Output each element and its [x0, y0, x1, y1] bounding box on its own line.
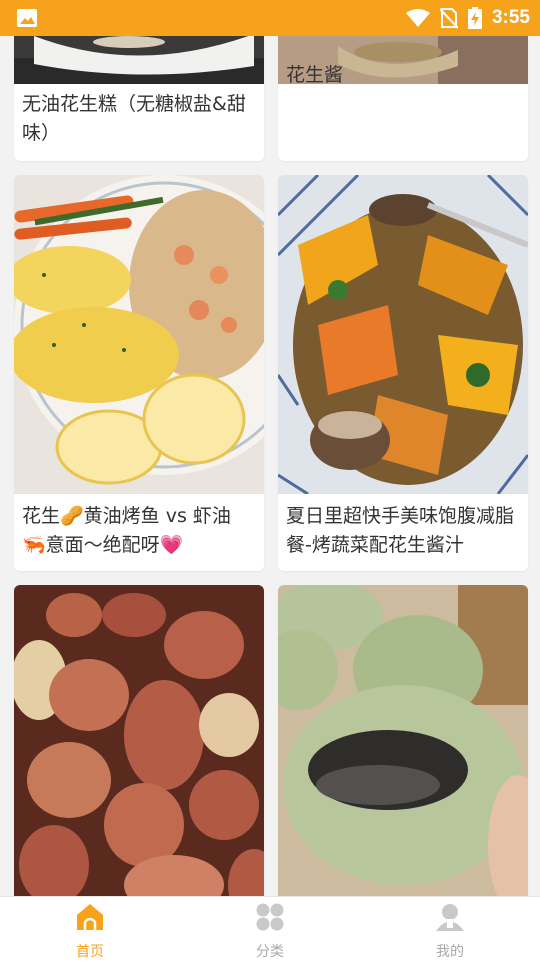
- nav-label-home: 首页: [76, 944, 104, 960]
- recipe-title: 花生🥜黄油烤鱼 vs 虾油🦐意面～绝配呀💗: [22, 505, 231, 556]
- status-icons: 3:55: [405, 6, 530, 30]
- nav-item-category[interactable]: 分类: [220, 897, 320, 961]
- nav-label-category: 分类: [256, 944, 284, 960]
- bottom-navigation: 首页 分类 我的: [0, 896, 540, 961]
- nav-item-home[interactable]: 首页: [40, 897, 140, 961]
- recipe-card[interactable]: [14, 585, 264, 896]
- profile-icon: [436, 904, 464, 931]
- home-icon: [77, 904, 103, 930]
- battery-charging-icon: [467, 7, 482, 29]
- image-icon: [17, 9, 37, 27]
- raw-peanuts-photo: [14, 585, 264, 896]
- roasted-vegetables-photo: [278, 175, 528, 494]
- recipe-card[interactable]: 无油花生糕（无糖椒盐&甜味）: [14, 36, 264, 161]
- baked-fish-and-pasta-photo: [14, 175, 264, 494]
- category-grid-icon: [256, 903, 284, 931]
- recipe-title: 夏日里超快手美味饱腹减脂餐-烤蔬菜配花生酱汁: [286, 505, 515, 556]
- wifi-icon: [405, 9, 430, 27]
- green-steamed-buns-photo: [278, 585, 528, 896]
- status-time: 3:55: [491, 7, 530, 28]
- recipe-title: 无油花生糕（无糖椒盐&甜味）: [22, 93, 246, 144]
- recipe-feed[interactable]: 无油花生糕（无糖椒盐&甜味） 花生酱 花生🥜黄油烤鱼 vs 虾油🦐意面～绝配呀💗…: [0, 36, 540, 896]
- recipe-title: 花生酱: [286, 64, 344, 86]
- recipe-card[interactable]: 花生酱: [278, 36, 528, 161]
- recipe-card[interactable]: 花生🥜黄油烤鱼 vs 虾油🦐意面～绝配呀💗: [14, 175, 264, 571]
- status-bar: 3:55: [0, 0, 540, 36]
- nav-item-profile[interactable]: 我的: [400, 897, 500, 961]
- nav-label-profile: 我的: [436, 944, 464, 960]
- peanut-cake-photo: [14, 36, 264, 84]
- recipe-card[interactable]: [278, 585, 528, 896]
- recipe-card[interactable]: 夏日里超快手美味饱腹减脂餐-烤蔬菜配花生酱汁: [278, 175, 528, 571]
- no-sim-icon: [439, 8, 458, 29]
